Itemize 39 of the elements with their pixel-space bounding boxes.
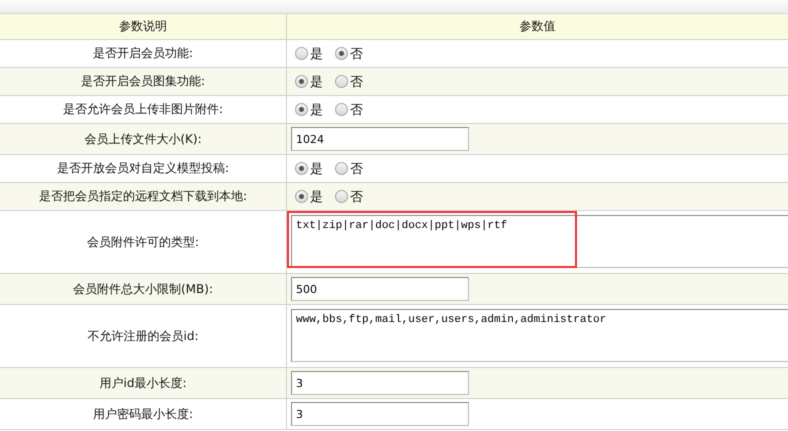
setting-label: 是否开启会员图集功能: xyxy=(80,73,206,90)
radio-button[interactable] xyxy=(335,47,348,60)
radio-button[interactable] xyxy=(335,103,348,116)
radio-button[interactable] xyxy=(335,190,348,203)
radio-option[interactable]: 是 xyxy=(295,188,323,206)
radio-option[interactable]: 否 xyxy=(335,72,363,90)
radio-option[interactable]: 是 xyxy=(295,72,323,90)
radio-option[interactable]: 是 xyxy=(295,100,323,118)
radio-option[interactable]: 是 xyxy=(295,160,323,178)
column-header: 参数说明 xyxy=(119,18,167,35)
text-area[interactable]: www,bbs,ftp,mail,user,users,admin,administrator xyxy=(291,309,788,362)
setting-label: 是否把会员指定的远程文档下载到本地: xyxy=(38,188,248,205)
setting-label: 是否允许会员上传非图片附件: xyxy=(62,101,224,118)
radio-option[interactable]: 是 xyxy=(295,44,323,62)
column-header: 参数值 xyxy=(520,18,556,35)
radio-button[interactable] xyxy=(295,103,308,116)
setting-label: 是否开启会员功能: xyxy=(92,45,194,62)
input-field[interactable]: 1024 xyxy=(291,127,469,151)
radio-option[interactable]: 否 xyxy=(335,188,363,206)
setting-label: 用户id最小长度: xyxy=(100,374,186,392)
radio-button[interactable] xyxy=(335,162,348,175)
text-area[interactable]: txt|zip|rar|doc|docx|ppt|wps|rtf xyxy=(291,215,788,268)
setting-label: 不允许注册的会员id: xyxy=(88,328,198,344)
setting-label: 会员上传文件大小(K): xyxy=(84,130,202,148)
setting-label: 会员附件许可的类型: xyxy=(86,234,200,250)
radio-button[interactable] xyxy=(295,75,308,88)
setting-label: 用户密码最小长度: xyxy=(92,406,194,422)
radio-button[interactable] xyxy=(295,47,308,60)
radio-option[interactable]: 否 xyxy=(335,100,363,118)
radio-option[interactable]: 否 xyxy=(335,160,363,178)
radio-button[interactable] xyxy=(295,162,308,175)
setting-label: 是否开放会员对自定义模型投稿: xyxy=(56,160,230,177)
radio-option[interactable]: 否 xyxy=(335,44,363,62)
setting-label: 会员附件总大小限制(MB): xyxy=(73,280,213,298)
input-field[interactable]: 3 xyxy=(291,371,469,395)
input-field[interactable]: 500 xyxy=(291,277,469,301)
radio-button[interactable] xyxy=(295,190,308,203)
input-field[interactable]: 3 xyxy=(291,402,469,426)
radio-button[interactable] xyxy=(335,75,348,88)
